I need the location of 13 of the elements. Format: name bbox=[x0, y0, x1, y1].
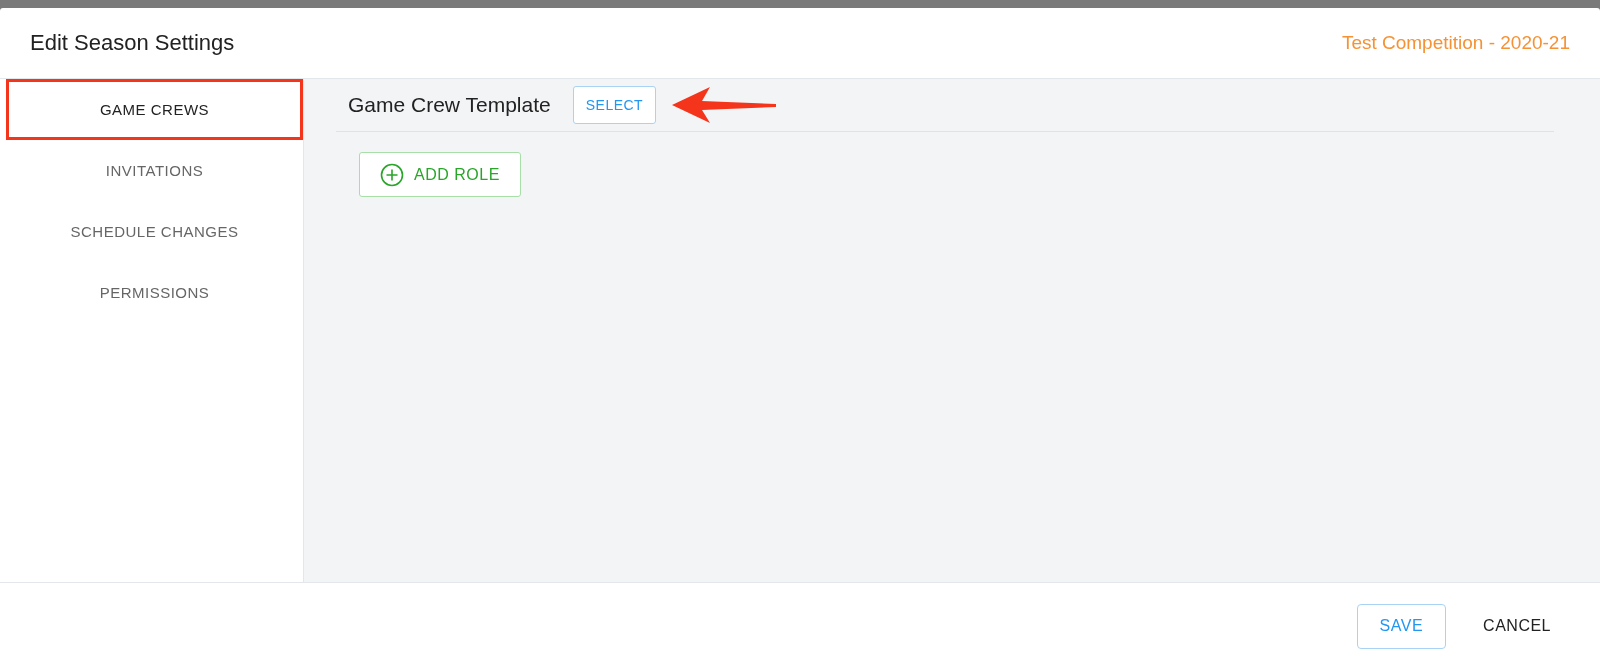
plus-circle-icon bbox=[380, 162, 404, 187]
select-button[interactable]: SELECT bbox=[572, 86, 657, 124]
cancel-button[interactable]: CANCEL bbox=[1464, 603, 1570, 649]
sidebar-tab[interactable]: INVITATIONS bbox=[6, 140, 303, 201]
dialog-title: Edit Season Settings bbox=[30, 30, 235, 56]
arrow-icon bbox=[672, 85, 779, 125]
save-button[interactable]: SAVE bbox=[1356, 603, 1447, 649]
sidebar-tab[interactable]: SCHEDULE CHANGES bbox=[6, 201, 303, 262]
add-role-button[interactable]: ADD ROLE bbox=[359, 152, 521, 197]
competition-name: Test Competition - 2020-21 bbox=[1341, 32, 1570, 54]
sidebar-tab[interactable]: GAME CREWS bbox=[6, 79, 303, 140]
sidebar-tab[interactable]: PERMISSIONS bbox=[6, 262, 303, 323]
section-title: Game Crew Template bbox=[348, 93, 551, 117]
